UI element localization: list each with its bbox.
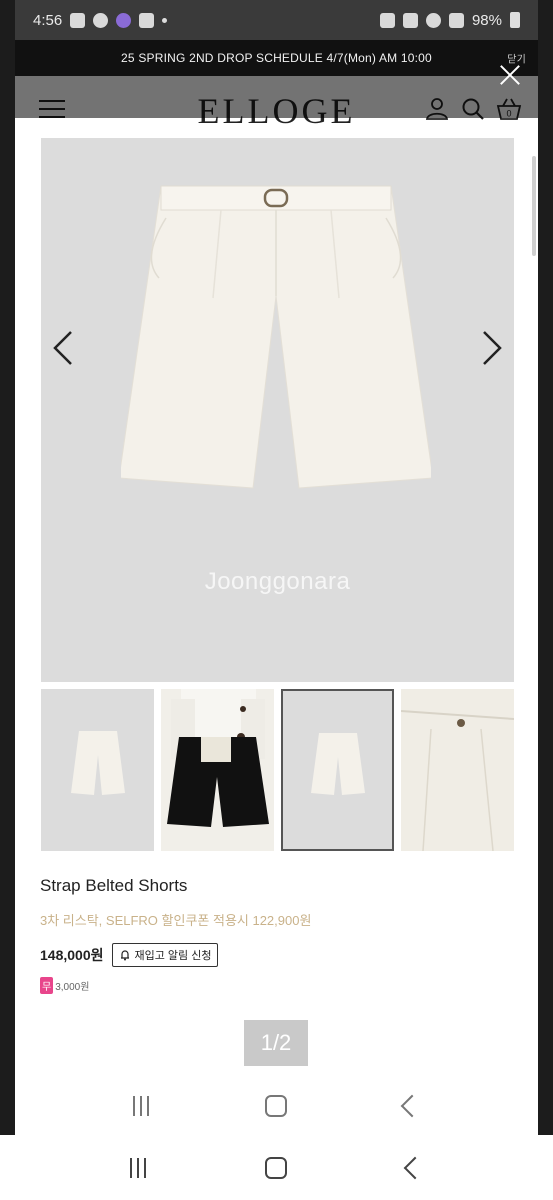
battery-icon <box>510 12 520 28</box>
browser-bottom-nav <box>15 1086 538 1126</box>
recent-apps-icon[interactable] <box>133 1096 150 1116</box>
promo-banner: 25 SPRING 2ND DROP SCHEDULE 4/7(Mon) AM … <box>15 40 538 76</box>
image-notification-icon <box>139 12 155 28</box>
points-row: 무 3,000원 <box>40 977 520 994</box>
restock-alert-button[interactable]: 재입고 알림 신청 <box>111 943 219 967</box>
scrollbar[interactable] <box>532 156 536 256</box>
watermark-text: Joonggonara <box>204 568 351 595</box>
next-image-arrow-icon[interactable] <box>476 328 506 368</box>
promo-text: 3차 리스탁, SELFRO 할인쿠폰 적용시 122,900원 <box>40 913 312 928</box>
restock-button-label: 재입고 알림 신청 <box>134 950 212 962</box>
product-price: 148,000원 <box>40 947 104 963</box>
thumbnail-product-front[interactable] <box>41 689 154 851</box>
close-icon[interactable] <box>495 60 525 90</box>
status-right: 98% <box>379 11 520 29</box>
app-notification-icon <box>116 12 132 28</box>
main-product-image[interactable]: Joonggonara <box>41 138 514 682</box>
system-back-icon[interactable] <box>403 1156 427 1179</box>
basket-icon[interactable]: 0 <box>496 96 522 122</box>
product-info: Strap Belted Shorts 3차 리스탁, SELFRO 할인쿠폰 … <box>40 876 520 994</box>
back-icon[interactable] <box>400 1094 424 1118</box>
battery-percent: 98% <box>471 11 502 29</box>
system-nav-bar <box>0 1135 553 1200</box>
thumbnail-strip <box>41 689 538 851</box>
header-icons: 0 <box>424 96 522 122</box>
product-title: Strap Belted Shorts <box>40 876 188 895</box>
search-icon[interactable] <box>460 96 486 122</box>
status-time: 4:56 <box>33 11 63 29</box>
site-header: ELLOGE 0 <box>15 76 538 142</box>
moon-icon <box>93 12 109 28</box>
thumbnail-model-photo[interactable] <box>161 689 274 851</box>
lock-icon <box>379 12 395 28</box>
cart-count: 0 <box>506 109 511 119</box>
prev-image-arrow-icon[interactable] <box>49 328 79 368</box>
wifi-icon <box>425 12 441 28</box>
more-notifications-icon <box>162 17 168 23</box>
points-value: 3,000원 <box>55 982 90 993</box>
system-home-icon[interactable] <box>265 1156 288 1179</box>
mute-icon <box>402 12 418 28</box>
signal-icon <box>448 12 464 28</box>
status-left: 4:56 <box>33 11 168 29</box>
home-icon[interactable] <box>265 1095 288 1117</box>
system-recent-apps-icon[interactable] <box>129 1157 146 1178</box>
bell-icon <box>120 950 129 961</box>
status-bar: 4:56 98% <box>15 0 538 40</box>
image-pager: 1/2 <box>244 1020 308 1066</box>
promo-banner-text: 25 SPRING 2ND DROP SCHEDULE 4/7(Mon) AM … <box>121 51 432 65</box>
user-icon[interactable] <box>424 96 450 122</box>
shorts-image <box>121 185 431 489</box>
points-badge: 무 <box>40 977 54 994</box>
thumbnail-product-front-selected[interactable] <box>281 689 394 851</box>
price-row: 148,000원 재입고 알림 신청 <box>40 943 520 967</box>
product-page: ELLOGE 0 Joonggonara Strap Belted Shorts… <box>15 76 538 1135</box>
gallery-notification-icon <box>70 12 86 28</box>
thumbnail-fabric-detail[interactable] <box>401 689 514 851</box>
